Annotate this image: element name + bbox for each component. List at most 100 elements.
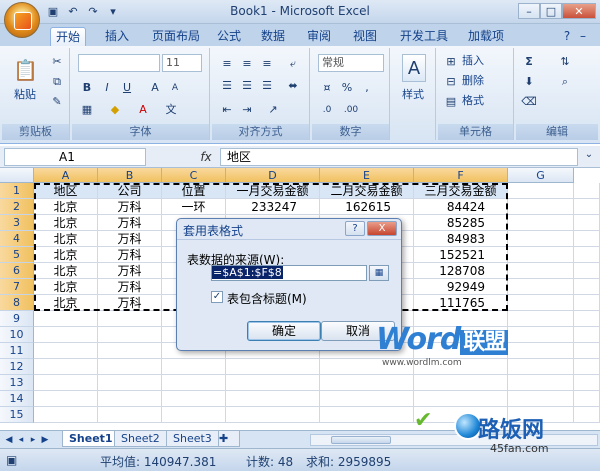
styles-button[interactable]: 样式 (402, 88, 424, 102)
table-header-cell[interactable]: 公司 (98, 183, 162, 199)
table-data-cell[interactable]: 84983 (414, 231, 508, 247)
row-header[interactable]: 7 (0, 279, 34, 295)
tab-insert[interactable]: 插入 (100, 27, 134, 46)
cell[interactable] (574, 311, 600, 327)
table-data-cell[interactable]: 万科 (98, 247, 162, 263)
fill-icon[interactable]: ⬇ (520, 72, 538, 90)
cell[interactable] (320, 375, 414, 391)
align-right-icon[interactable]: ☰ (258, 76, 276, 94)
merge-center-icon[interactable]: ⬌ (284, 76, 302, 94)
shrink-font-icon[interactable]: A (166, 78, 184, 96)
range-select-icon[interactable]: ▦ (369, 265, 389, 281)
cell[interactable] (162, 359, 226, 375)
number-format-dropdown[interactable]: 常规 (318, 54, 384, 72)
tab-home[interactable]: 开始 (50, 27, 86, 46)
comma-icon[interactable]: , (358, 78, 376, 96)
row-header[interactable]: 5 (0, 247, 34, 263)
cell[interactable] (34, 375, 98, 391)
minimize-ribbon-icon[interactable]: – (576, 27, 590, 46)
font-name-dropdown[interactable] (78, 54, 160, 72)
cell[interactable] (574, 375, 600, 391)
cell[interactable] (162, 407, 226, 423)
delete-cells-icon[interactable]: ⊟ (442, 72, 460, 90)
table-header-cell[interactable]: 一月交易金额 (226, 183, 320, 199)
table-data-cell[interactable]: 万科 (98, 295, 162, 311)
cell[interactable] (574, 183, 600, 199)
cell[interactable] (34, 327, 98, 343)
cell[interactable] (574, 327, 600, 343)
cell[interactable] (226, 391, 320, 407)
table-data-cell[interactable]: 万科 (98, 215, 162, 231)
scroll-thumb[interactable] (331, 436, 391, 444)
source-range-input[interactable]: =$A$1:$F$8 (211, 265, 367, 281)
cell[interactable] (34, 343, 98, 359)
increase-decimal-icon[interactable]: .0 (318, 100, 336, 118)
column-header[interactable]: D (226, 168, 320, 183)
tab-view[interactable]: 视图 (350, 27, 380, 46)
format-painter-icon[interactable]: ✎ (48, 92, 66, 110)
first-sheet-icon[interactable]: ◀ (4, 433, 14, 447)
orientation-icon[interactable]: ↗ (264, 100, 282, 118)
cell[interactable] (98, 311, 162, 327)
cell[interactable] (98, 359, 162, 375)
tab-page-layout[interactable]: 页面布局 (148, 27, 204, 46)
row-header[interactable]: 15 (0, 407, 34, 423)
borders-icon[interactable]: ▦ (78, 100, 96, 118)
cell[interactable] (508, 359, 574, 375)
next-sheet-icon[interactable]: ▸ (28, 433, 38, 447)
insert-sheet-icon[interactable]: ✚ (218, 431, 240, 447)
table-data-cell[interactable]: 万科 (98, 231, 162, 247)
table-data-cell[interactable]: 152521 (414, 247, 508, 263)
cell[interactable] (574, 407, 600, 423)
decrease-indent-icon[interactable]: ⇤ (218, 100, 236, 118)
name-box[interactable]: A1 (4, 148, 146, 166)
has-headers-label[interactable]: 表包含标题(M) (227, 290, 307, 307)
copy-icon[interactable]: ⧉ (48, 72, 66, 90)
cell[interactable] (574, 295, 600, 311)
sheet-tab-sheet1[interactable]: Sheet1 (62, 431, 120, 447)
table-data-cell[interactable]: 128708 (414, 263, 508, 279)
table-data-cell[interactable]: 北京 (34, 247, 98, 263)
tab-developer[interactable]: 开发工具 (396, 27, 452, 46)
table-data-cell[interactable]: 233247 (226, 199, 320, 215)
cell[interactable] (574, 231, 600, 247)
row-header[interactable]: 3 (0, 215, 34, 231)
row-header[interactable]: 1 (0, 183, 34, 199)
sheet-tab-sheet3[interactable]: Sheet3 (166, 431, 219, 447)
table-data-cell[interactable]: 北京 (34, 279, 98, 295)
cell[interactable] (320, 407, 414, 423)
cell[interactable] (226, 375, 320, 391)
cell[interactable] (98, 343, 162, 359)
cell[interactable] (34, 391, 98, 407)
cell[interactable] (508, 295, 574, 311)
cell[interactable] (574, 263, 600, 279)
cell[interactable] (574, 343, 600, 359)
currency-icon[interactable]: ¤ (318, 78, 336, 96)
table-header-cell[interactable]: 地区 (34, 183, 98, 199)
cell[interactable] (34, 359, 98, 375)
find-select-icon[interactable]: ⌕ (556, 72, 574, 90)
cell[interactable] (508, 247, 574, 263)
row-header[interactable]: 10 (0, 327, 34, 343)
align-left-icon[interactable]: ☰ (218, 76, 236, 94)
tab-data[interactable]: 数据 (258, 27, 288, 46)
cell[interactable] (574, 391, 600, 407)
table-data-cell[interactable]: 111765 (414, 295, 508, 311)
decrease-decimal-icon[interactable]: .00 (342, 100, 360, 118)
column-header[interactable]: F (414, 168, 508, 183)
cell[interactable] (574, 247, 600, 263)
cell[interactable] (414, 391, 508, 407)
format-cells-button[interactable]: 格式 (462, 94, 484, 108)
tab-formulas[interactable]: 公式 (214, 27, 244, 46)
table-header-cell[interactable]: 位置 (162, 183, 226, 199)
cell[interactable] (98, 391, 162, 407)
cell[interactable] (508, 279, 574, 295)
office-button[interactable] (4, 2, 40, 38)
cell[interactable] (320, 391, 414, 407)
cell[interactable] (98, 327, 162, 343)
prev-sheet-icon[interactable]: ◂ (16, 433, 26, 447)
paste-button[interactable]: 粘贴 (14, 88, 36, 102)
has-headers-checkbox[interactable]: ✓ (211, 291, 223, 303)
row-header[interactable]: 2 (0, 199, 34, 215)
cell[interactable] (414, 375, 508, 391)
